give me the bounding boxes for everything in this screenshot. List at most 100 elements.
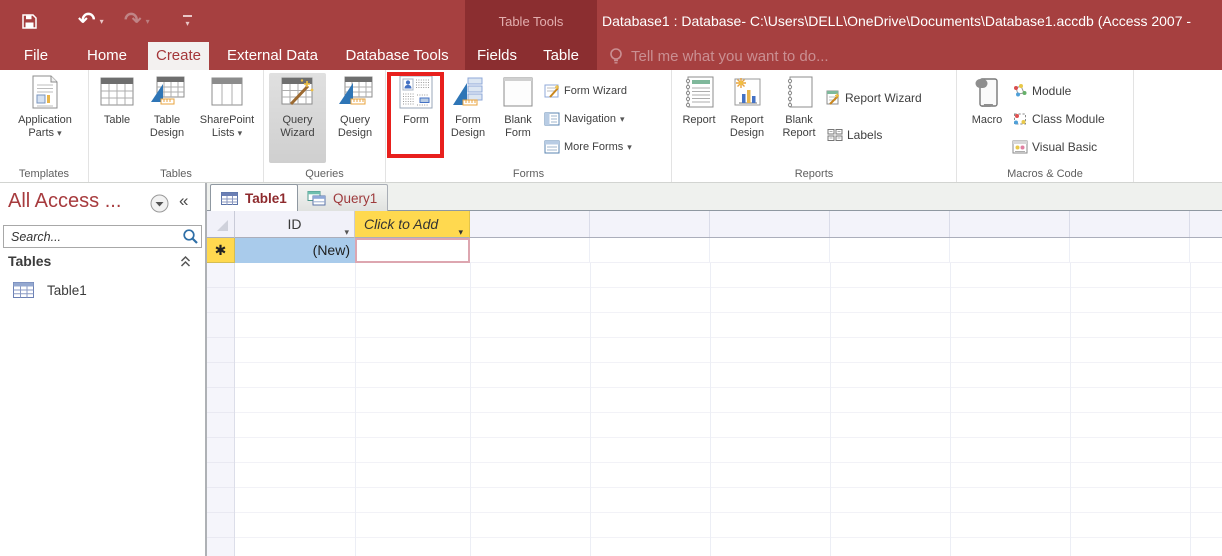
group-label-templates: Templates <box>0 168 88 180</box>
form-design-button[interactable]: Form Design <box>443 73 493 163</box>
tab-file[interactable]: File <box>14 42 58 70</box>
report-button[interactable]: Report <box>677 73 721 163</box>
new-record-id-cell[interactable]: (New) <box>235 238 355 263</box>
tab-home[interactable]: Home <box>82 42 132 70</box>
class-module-button[interactable]: Class Module <box>1012 110 1105 128</box>
ribbon-group-macros: Macro Module Class Module Visual Basic <box>957 70 1134 182</box>
sidebar-item-table1[interactable]: Table1 <box>0 279 205 301</box>
document-tab-table1[interactable]: Table1 <box>210 184 298 211</box>
application-parts-label-1: Application <box>18 114 72 126</box>
report-design-button[interactable]: Report Design <box>720 73 774 163</box>
blank-report-label-1: Blank <box>785 114 813 126</box>
select-all-triangle-icon <box>217 220 228 231</box>
group-label-queries: Queries <box>264 168 385 180</box>
form-design-label-1: Form <box>455 114 481 126</box>
ribbon-group-tables: Table Table Design SharePoint Lists ▾ Ta… <box>89 70 264 182</box>
collapse-section-icon[interactable] <box>179 255 192 268</box>
record-selector-column <box>207 263 235 556</box>
query-wizard-label-1: Query <box>283 114 313 126</box>
sharepoint-lists-label-1: SharePoint <box>200 114 254 126</box>
form-wizard-icon <box>544 83 560 99</box>
tab-external-data[interactable]: External Data <box>225 42 320 70</box>
sidebar-section-tables[interactable]: Tables <box>8 253 51 269</box>
report-wizard-button[interactable]: Report Wizard <box>825 89 922 107</box>
customize-qat-caret-icon: ▾ <box>185 19 189 28</box>
blank-report-icon <box>783 73 815 111</box>
active-cell[interactable] <box>355 238 470 263</box>
datasheet: ID ▾ Click to Add ▾ ✱ (New) <box>207 211 1222 556</box>
select-all-cell[interactable] <box>207 211 235 238</box>
tab-table[interactable]: Table <box>536 42 586 70</box>
datasheet-header-row: ID ▾ Click to Add ▾ <box>207 211 1222 238</box>
workspace: All Access ... « Tables Table1 <box>0 183 1222 556</box>
contextual-tab-group: Table Tools <box>465 0 597 42</box>
title-bar: ↶ ▾ ↷ ▾ ▾ Table Tools Database1 : Databa… <box>0 0 1222 42</box>
form-design-icon <box>451 73 485 111</box>
save-button[interactable] <box>21 0 38 42</box>
visual-basic-button[interactable]: Visual Basic <box>1012 138 1097 156</box>
group-label-reports: Reports <box>672 168 956 180</box>
sharepoint-lists-icon <box>211 73 243 111</box>
class-module-label: Class Module <box>1032 112 1105 126</box>
document-tab-bar: Table1 Query1 <box>207 183 1222 211</box>
query-design-button[interactable]: Query Design <box>327 73 383 163</box>
sidebar-item-label: Table1 <box>47 283 87 298</box>
macro-label: Macro <box>972 114 1003 126</box>
ribbon-group-queries: Query Wizard Query Design Queries <box>264 70 386 182</box>
document-tab-query1[interactable]: Query1 <box>296 184 388 211</box>
search-input[interactable] <box>3 225 202 248</box>
tab-fields[interactable]: Fields <box>473 42 521 70</box>
navigation-filter-button[interactable] <box>150 194 169 213</box>
column-header-id-label: ID <box>288 216 302 232</box>
column-header-click-to-add[interactable]: Click to Add ▾ <box>355 211 470 238</box>
navigation-button[interactable]: Navigation ▾ <box>544 110 625 128</box>
application-parts-icon <box>31 73 59 111</box>
report-label: Report <box>682 114 715 126</box>
collapse-pane-button[interactable]: « <box>179 191 188 211</box>
search-icon[interactable] <box>182 228 199 245</box>
query-wizard-label-2: Wizard <box>280 127 314 139</box>
sharepoint-lists-caret-icon: ▾ <box>238 128 243 138</box>
navigation-icon <box>544 111 560 127</box>
tab-create[interactable]: Create <box>148 42 209 70</box>
report-wizard-label: Report Wizard <box>845 91 922 105</box>
form-wizard-button[interactable]: Form Wizard <box>544 82 627 100</box>
module-button[interactable]: Module <box>1012 82 1071 100</box>
blank-form-icon <box>502 73 534 111</box>
blank-report-button[interactable]: Blank Report <box>773 73 825 163</box>
labels-label: Labels <box>847 128 882 142</box>
new-record-marker-icon: ✱ <box>215 242 227 258</box>
labels-button[interactable]: Labels <box>827 126 882 144</box>
query-design-label-1: Query <box>340 114 370 126</box>
navigation-caret-icon: ▾ <box>620 114 625 125</box>
group-label-forms: Forms <box>386 168 671 180</box>
macro-button[interactable]: Macro <box>963 73 1011 163</box>
ribbon-group-templates: Application Parts ▾ Templates <box>0 70 89 182</box>
more-forms-button[interactable]: More Forms ▾ <box>544 138 632 156</box>
query-tab-icon <box>307 191 326 206</box>
tab-database-tools[interactable]: Database Tools <box>342 42 452 70</box>
application-parts-button[interactable]: Application Parts ▾ <box>7 73 83 163</box>
navigation-label: Navigation <box>564 113 616 125</box>
query-wizard-button[interactable]: Query Wizard <box>269 73 326 163</box>
tell-me-box[interactable]: Tell me what you want to do... <box>608 42 829 70</box>
column-header-id[interactable]: ID ▾ <box>235 211 355 238</box>
table-design-icon <box>149 73 185 111</box>
redo-button[interactable]: ↷ ▾ <box>124 0 150 42</box>
new-record-selector[interactable]: ✱ <box>207 238 235 263</box>
gridline <box>590 263 591 556</box>
new-record-row: ✱ (New) <box>207 238 1222 263</box>
table-design-button[interactable]: Table Design <box>141 73 193 163</box>
sharepoint-lists-button[interactable]: SharePoint Lists ▾ <box>195 73 259 163</box>
more-forms-icon <box>544 139 560 155</box>
table-button[interactable]: Table <box>95 73 139 163</box>
blank-form-button[interactable]: Blank Form <box>494 73 542 163</box>
blank-form-label-1: Blank <box>504 114 532 126</box>
customize-qat-button[interactable]: ▾ <box>183 0 192 42</box>
undo-button[interactable]: ↶ ▾ <box>78 0 104 42</box>
lightbulb-icon <box>608 47 624 66</box>
form-button[interactable]: Form <box>390 73 442 163</box>
gridline <box>1190 263 1191 556</box>
undo-icon: ↶ <box>78 0 96 42</box>
more-forms-caret-icon: ▾ <box>627 142 632 153</box>
